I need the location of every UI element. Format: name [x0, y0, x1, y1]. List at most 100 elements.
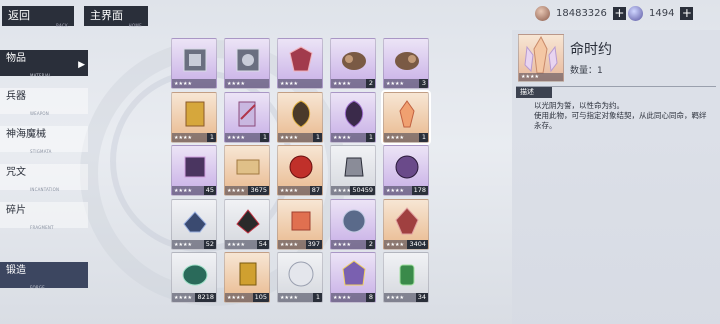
sidebar-item-sub: MATERIAL [30, 73, 52, 78]
item-count: 3675 [248, 186, 269, 195]
currency-coins: 18483326 + [535, 5, 626, 21]
sidebar-item-weapon[interactable]: 兵器 WEAPON [0, 88, 88, 116]
copper-cube-icon [291, 211, 311, 230]
item-stars: ★★★★ [227, 134, 245, 141]
gold-idol-icon [239, 262, 257, 286]
item-stars: ★★★★ [280, 188, 298, 194]
sidebar-item-fragment[interactable]: 碎片 FRAGMENT [0, 202, 88, 230]
description-tag: 描述 [516, 87, 552, 98]
item-stars: ★★★★ [386, 134, 404, 141]
blue-armor-icon [183, 210, 207, 232]
bronze-ore-icon [395, 52, 419, 70]
inventory-item[interactable]: ★★★★ 8 [330, 252, 376, 303]
item-count: 87 [309, 186, 322, 195]
sidebar-item-sub: FRAGMENT [30, 225, 54, 230]
bronze-ore-icon [342, 52, 366, 70]
inventory-item[interactable]: ★★★★ 1 [330, 91, 376, 143]
detail-stars: ★★★★ [521, 74, 539, 80]
gem-currency-icon [628, 5, 643, 21]
inventory-item[interactable]: ★★★★ [277, 38, 323, 89]
avatar-currency-icon [535, 5, 550, 21]
item-stars: ★★★★ [386, 81, 404, 87]
inventory-item[interactable]: ★★★★ 1 [224, 91, 270, 143]
item-stars: ★★★★ [386, 295, 404, 301]
scroll-icon [236, 159, 260, 175]
inventory-item[interactable]: ★★★★ 3 [383, 38, 429, 89]
inventory-item[interactable]: ★★★★ 52 [171, 198, 217, 250]
item-stars: ★★★★ [333, 81, 351, 87]
item-stars: ★★★★ [280, 81, 298, 87]
item-stars: ★★★★ [333, 241, 351, 248]
inventory-item[interactable]: ★★★★ [224, 38, 270, 89]
inventory-item[interactable]: ★★★★ 1 [381, 89, 431, 145]
sidebar-item-sub: FORGE [30, 285, 45, 290]
item-stars: ★★★★ [227, 295, 245, 301]
inventory-item[interactable]: ★★★★ 1 [277, 91, 323, 143]
sidebar-item-sub: WEAPON [30, 111, 49, 116]
currency-coins-value: 18483326 [556, 7, 607, 19]
item-count: 50459 [350, 186, 375, 195]
item-count: 3 [419, 79, 428, 88]
purple-emblem-icon [342, 260, 366, 286]
back-button[interactable]: 返回 BACK [2, 6, 74, 28]
item-count: 3404 [407, 239, 428, 249]
item-count: 2 [366, 79, 375, 88]
silver-coin-icon [288, 261, 314, 287]
purple-orb-icon [395, 155, 419, 179]
sidebar-item-incantation[interactable]: 咒文 INCANTATION [0, 164, 88, 192]
item-stars: ★★★★ [227, 241, 245, 248]
item-stars: ★★★★ [280, 241, 298, 248]
item-count: 54 [256, 239, 269, 249]
item-stars: ★★★★ [280, 134, 298, 141]
add-gems-button[interactable]: + [680, 6, 694, 20]
sidebar-item-label: 锻造 [6, 265, 26, 276]
green-bottle-icon [399, 264, 415, 286]
metal-crate-icon [183, 48, 207, 72]
item-count: 397 [305, 239, 322, 249]
red-crystal-icon [395, 206, 419, 234]
inventory-item[interactable]: ★★★★ 50459 [330, 145, 376, 196]
sidebar-item-label: 咒文 [6, 167, 26, 178]
item-count: 1 [313, 132, 322, 142]
inventory-item[interactable]: ★★★★ 1 [171, 91, 217, 143]
inventory-item[interactable]: ★★★★ 2 [330, 198, 376, 250]
sidebar-item-material[interactable]: 物品 MATERIAL ▶ [0, 50, 88, 78]
item-count: 8 [366, 293, 375, 302]
dark-box-icon [184, 156, 206, 178]
chevron-right-icon: ▶ [78, 60, 85, 70]
item-count: 45 [203, 186, 216, 195]
jade-stone-icon [182, 264, 208, 286]
crystal-figure-icon [524, 35, 558, 74]
item-stars: ★★★★ [174, 81, 192, 87]
inventory-item[interactable]: ★★★★ 8218 [171, 252, 217, 303]
metal-crate-icon [236, 48, 260, 72]
sidebar-item-stigmata[interactable]: 神海魔械 STIGMATA [0, 126, 88, 154]
sidebar-item-label: 碎片 [6, 205, 26, 216]
inventory-item[interactable]: ★★★★ 178 [383, 145, 429, 196]
home-button[interactable]: 主界面 HOME [84, 6, 148, 28]
currency-gems: 1494 + [628, 5, 694, 21]
inventory-item[interactable]: ★★★★ 54 [224, 198, 270, 250]
item-stars: ★★★★ [386, 241, 404, 248]
add-coins-button[interactable]: + [612, 6, 626, 20]
inventory-item[interactable]: ★★★★ 1 [277, 252, 323, 303]
sidebar-item-label: 物品 [6, 53, 26, 64]
item-stars: ★★★★ [386, 188, 404, 194]
inventory-item[interactable]: ★★★★ 87 [277, 145, 323, 196]
item-count: 178 [411, 186, 428, 195]
item-count: 2 [366, 239, 375, 249]
inventory-item[interactable]: ★★★★ 34 [383, 252, 429, 303]
inventory-item[interactable]: ★★★★ 105 [224, 252, 270, 303]
item-count: 1 [366, 132, 375, 142]
inventory-item[interactable]: ★★★★ 3404 [383, 198, 429, 250]
inventory-item[interactable]: ★★★★ 2 [330, 38, 376, 89]
sidebar-item-forge[interactable]: 锻造 FORGE [0, 262, 88, 290]
item-count: 1 [313, 293, 322, 302]
home-button-sub: HOME [128, 23, 142, 28]
inventory-item[interactable]: ★★★★ 45 [171, 145, 217, 196]
inventory-item[interactable]: ★★★★ [171, 38, 217, 89]
inventory-item[interactable]: ★★★★ 397 [277, 198, 323, 250]
item-count: 1 [260, 132, 269, 142]
dark-crystal-icon [236, 208, 260, 234]
inventory-item[interactable]: ★★★★ 3675 [224, 145, 270, 196]
